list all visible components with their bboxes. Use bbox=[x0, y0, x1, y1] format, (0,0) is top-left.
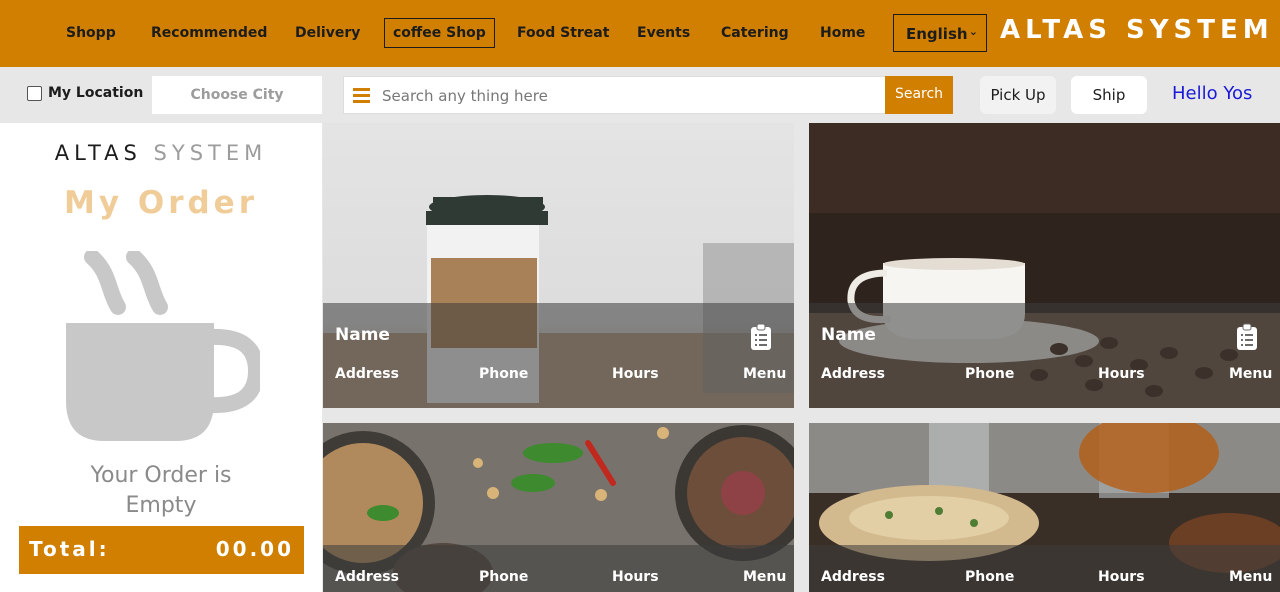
card-name: Name bbox=[335, 325, 390, 345]
order-total-bar: Total: 00.00 bbox=[19, 526, 304, 574]
clipboard-icon[interactable] bbox=[1236, 323, 1258, 351]
pickup-button[interactable]: Pick Up bbox=[980, 76, 1056, 114]
card-menu-link[interactable]: Menu bbox=[1229, 366, 1272, 382]
user-greeting-link[interactable]: Hello Yos bbox=[1172, 83, 1252, 104]
order-panel-brand: ALTAS SYSTEM bbox=[0, 141, 322, 165]
my-location-toggle[interactable]: My Location bbox=[27, 84, 143, 102]
card-menu-link[interactable]: Menu bbox=[743, 569, 786, 585]
nav-item-shopp[interactable]: Shopp bbox=[66, 24, 116, 42]
card-phone: Phone bbox=[479, 569, 529, 585]
my-location-checkbox[interactable] bbox=[27, 85, 42, 101]
search-placeholder: Search any thing here bbox=[382, 87, 548, 105]
nav-item-food-streat[interactable]: Food Streat bbox=[517, 24, 609, 42]
total-label: Total: bbox=[29, 537, 110, 561]
card-name: Name bbox=[821, 325, 876, 345]
ship-button[interactable]: Ship bbox=[1071, 76, 1147, 114]
menu-icon[interactable] bbox=[353, 88, 370, 103]
nav-item-delivery[interactable]: Delivery bbox=[295, 24, 360, 42]
language-select[interactable]: English ⌄ bbox=[893, 14, 987, 52]
shop-card[interactable]: Name Address Phone Hours Menu bbox=[323, 123, 794, 408]
my-location-label: My Location bbox=[48, 85, 144, 101]
order-title: My Order bbox=[64, 185, 258, 221]
choose-city-select[interactable]: Choose City bbox=[152, 76, 322, 114]
card-hours: Hours bbox=[1098, 569, 1145, 585]
card-hours: Hours bbox=[612, 366, 659, 382]
brand-part-altas: ALTAS bbox=[54, 141, 142, 165]
card-overlay bbox=[809, 303, 1280, 408]
card-hours: Hours bbox=[1098, 366, 1145, 382]
clipboard-icon[interactable] bbox=[750, 323, 772, 351]
empty-order-line1: Your Order is bbox=[90, 463, 232, 488]
nav-item-catering[interactable]: Catering bbox=[721, 24, 789, 42]
order-panel: ALTAS SYSTEM My Order Your Order is Empt… bbox=[0, 123, 322, 592]
nav-item-recommended[interactable]: Recommended bbox=[151, 24, 267, 42]
nav-item-home[interactable]: Home bbox=[820, 24, 865, 42]
brand-logo-text: ALTAS SYSTEM bbox=[1000, 15, 1274, 45]
card-address: Address bbox=[821, 366, 885, 382]
search-input[interactable]: Search any thing here bbox=[343, 76, 885, 114]
shop-card[interactable]: Address Phone Hours Menu bbox=[809, 423, 1280, 592]
total-value: 00.00 bbox=[215, 537, 294, 561]
search-button[interactable]: Search bbox=[885, 76, 953, 114]
shop-card[interactable]: Name Address Phone Hours Menu bbox=[809, 123, 1280, 408]
empty-order-message: Your Order is Empty bbox=[60, 461, 262, 521]
sub-toolbar: My Location Choose City Search any thing… bbox=[0, 67, 1280, 123]
card-phone: Phone bbox=[965, 366, 1015, 382]
card-overlay bbox=[323, 303, 794, 408]
nav-item-coffee-shop[interactable]: coffee Shop bbox=[384, 18, 495, 48]
shop-card[interactable]: Address Phone Hours Menu bbox=[323, 423, 794, 592]
coffee-cup-icon bbox=[66, 251, 260, 441]
nav-item-events[interactable]: Events bbox=[637, 24, 690, 42]
card-address: Address bbox=[821, 569, 885, 585]
empty-order-line2: Empty bbox=[125, 493, 197, 518]
card-address: Address bbox=[335, 366, 399, 382]
top-navigation: Shopp Recommended Delivery coffee Shop F… bbox=[0, 0, 1280, 67]
card-menu-link[interactable]: Menu bbox=[743, 366, 786, 382]
chevron-down-icon: ⌄ bbox=[968, 25, 978, 38]
card-phone: Phone bbox=[479, 366, 529, 382]
card-phone: Phone bbox=[965, 569, 1015, 585]
card-address: Address bbox=[335, 569, 399, 585]
card-hours: Hours bbox=[612, 569, 659, 585]
card-menu-link[interactable]: Menu bbox=[1229, 569, 1272, 585]
language-value: English bbox=[906, 25, 968, 43]
brand-part-system: SYSTEM bbox=[153, 141, 268, 165]
